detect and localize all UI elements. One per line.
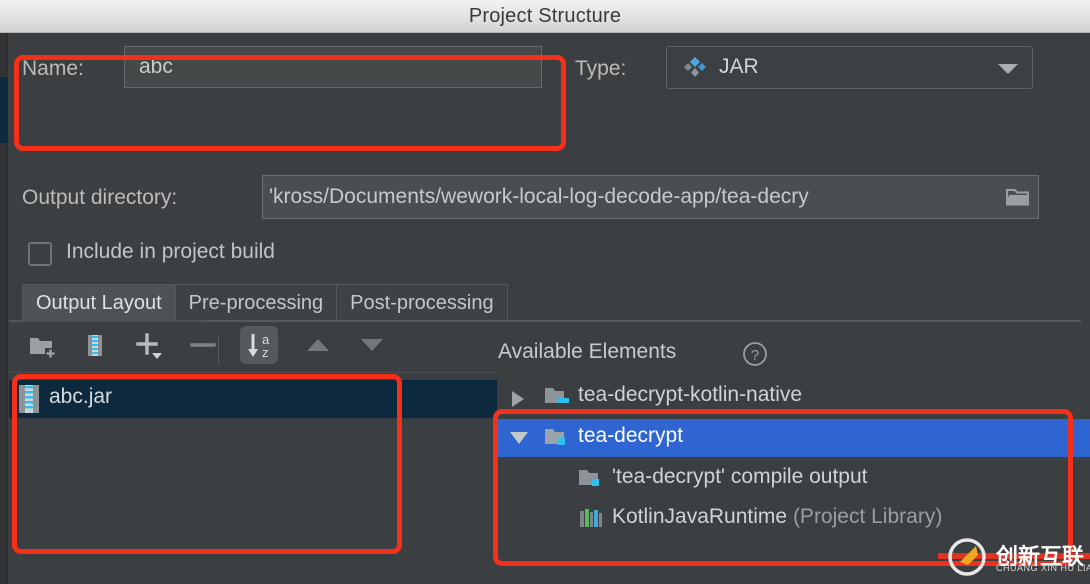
toolbar-separator	[218, 335, 219, 365]
window-titlebar: Project Structure	[0, 0, 1090, 33]
tree-row[interactable]: tea-decrypt	[498, 419, 1090, 457]
tree-row[interactable]: 'tea-decrypt' compile output	[498, 460, 1090, 498]
module-folder-icon	[544, 426, 570, 455]
tree-row-label-text: KotlinJavaRuntime	[612, 505, 787, 528]
tab-pre-processing[interactable]: Pre-processing	[175, 284, 338, 321]
output-directory-input[interactable]: 'kross/Documents/wework-local-log-decode…	[262, 175, 1039, 219]
type-value: JAR	[719, 55, 759, 79]
watermark-logo-icon	[946, 536, 990, 583]
remove-element-button[interactable]	[184, 326, 222, 364]
output-directory-value: 'kross/Documents/wework-local-log-decode…	[269, 185, 999, 209]
chevron-down-icon	[998, 64, 1018, 74]
library-icon	[578, 507, 604, 536]
watermark-pinyin: CHUANG XIN HU LIAN	[996, 563, 1090, 573]
available-elements-tree[interactable]: tea-decrypt-kotlin-native tea-decrypt 't…	[498, 378, 1090, 551]
tab-output-layout[interactable]: Output Layout	[22, 284, 176, 321]
help-question-icon[interactable]: ?	[742, 341, 768, 367]
tree-row-label-suffix: (Project Library)	[793, 505, 942, 528]
jar-diamond-icon	[683, 56, 707, 80]
project-structure-dialog: Project Structure Name: abc Type: JAR Ou…	[0, 0, 1090, 584]
compile-output-folder-icon	[578, 467, 604, 496]
tree-row-label: tea-decrypt-kotlin-native	[578, 383, 802, 407]
tabs-underline-active	[22, 320, 203, 322]
tree-row-label: tea-decrypt	[578, 424, 683, 448]
output-directory-label: Output directory:	[22, 186, 177, 210]
name-input[interactable]: abc	[124, 46, 542, 88]
tree-row[interactable]: tea-decrypt-kotlin-native	[498, 378, 1090, 416]
name-label: Name:	[22, 57, 84, 81]
sort-alphabetically-button[interactable]: a z	[240, 326, 278, 364]
chevron-down-icon[interactable]	[510, 432, 528, 444]
add-directory-button[interactable]	[22, 326, 60, 364]
name-input-value: abc	[139, 55, 173, 79]
tab-post-processing[interactable]: Post-processing	[336, 284, 507, 321]
tree-row-label: KotlinJavaRuntime (Project Library)	[612, 505, 942, 529]
left-rail-selection-marker	[0, 77, 8, 143]
tree-row-label: 'tea-decrypt' compile output	[612, 465, 868, 489]
list-item[interactable]: abc.jar	[9, 380, 497, 418]
add-archive-button[interactable]	[76, 326, 114, 364]
module-folder-icon	[544, 385, 570, 414]
include-in-project-build-checkbox[interactable]	[28, 242, 52, 266]
type-dropdown[interactable]: JAR	[666, 46, 1033, 89]
add-element-button[interactable]	[130, 326, 168, 364]
available-elements-header: Available Elements	[498, 340, 676, 364]
svg-text:z: z	[262, 345, 269, 360]
type-label: Type:	[575, 57, 626, 81]
jar-archive-icon	[18, 384, 40, 414]
watermark: 创新互联 CHUANG XIN HU LIAN	[938, 536, 1090, 578]
tree-row[interactable]: KotlinJavaRuntime (Project Library)	[498, 500, 1090, 538]
move-up-button[interactable]	[299, 326, 337, 364]
layout-tabs: Output Layout Pre-processing Post-proces…	[22, 284, 507, 321]
left-rail	[0, 33, 8, 584]
chevron-right-icon[interactable]	[512, 391, 524, 407]
window-title: Project Structure	[0, 5, 1090, 28]
include-in-project-build-label: Include in project build	[66, 240, 275, 264]
list-item-label: abc.jar	[49, 385, 112, 409]
folder-browse-icon[interactable]	[1005, 186, 1031, 208]
move-down-button[interactable]	[353, 326, 391, 364]
svg-text:?: ?	[751, 347, 759, 364]
